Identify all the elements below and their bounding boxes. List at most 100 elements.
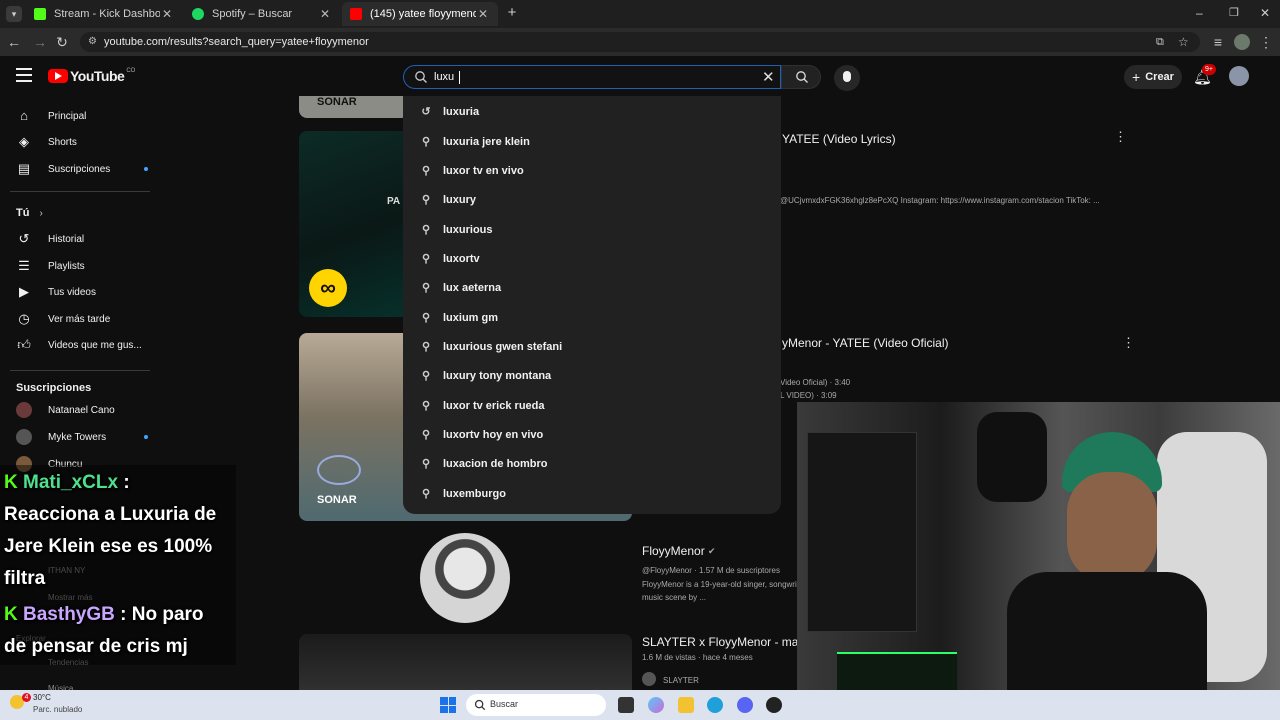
restore-icon[interactable]: ❐ xyxy=(1229,6,1243,19)
reload-icon[interactable]: ↻ xyxy=(54,34,70,50)
video-thumbnail[interactable]: PA ∞ xyxy=(299,131,409,317)
video-thumbnail[interactable] xyxy=(299,634,632,690)
youtube-logo[interactable]: YouTube CO xyxy=(48,68,135,84)
channel-name[interactable]: FloyyMenor xyxy=(642,544,705,558)
close-tab-icon[interactable]: ✕ xyxy=(160,7,174,21)
video-thumbnail[interactable]: SONAR xyxy=(299,96,409,118)
tab-kick-dashboard[interactable]: Stream - Kick Dashboard ✕ xyxy=(26,2,182,26)
site-info-icon[interactable]: ⚙ xyxy=(88,32,97,52)
obs-icon[interactable] xyxy=(766,697,782,713)
sidebar-item-watch-later[interactable]: ◷ Ver más tarde xyxy=(16,306,110,332)
search-icon xyxy=(795,70,809,89)
start-button[interactable] xyxy=(440,697,456,713)
thumbnail-label: SONAR xyxy=(317,96,357,108)
search-button[interactable] xyxy=(781,65,821,89)
channel-avatar[interactable] xyxy=(642,672,656,686)
tab-youtube[interactable]: (145) yatee floyymenor - YouTube ✕ xyxy=(342,2,498,26)
suggestion-text: luxemburgo xyxy=(443,487,506,500)
verified-icon: ✔ xyxy=(708,546,716,556)
sidebar-item-shorts[interactable]: ◈ Shorts xyxy=(16,129,77,155)
suggestion-item[interactable]: ⚲ luxemburgo xyxy=(403,479,781,508)
suggestion-item[interactable]: ⚲ luxury tony montana xyxy=(403,361,781,390)
hamburger-menu-icon[interactable] xyxy=(16,68,32,82)
bookmark-star-icon[interactable]: ☆ xyxy=(1178,32,1189,52)
sidebar-sub-myke-towers[interactable]: Myke Towers xyxy=(16,424,148,450)
address-bar[interactable]: ⚙ youtube.com/results?search_query=yatee… xyxy=(80,32,1200,52)
search-icon xyxy=(474,698,486,716)
search-input[interactable]: luxu ✕ xyxy=(403,65,781,89)
avatar xyxy=(16,429,32,445)
sidebar-sub-natanael-cano[interactable]: Natanael Cano xyxy=(16,397,115,423)
channel-description: FloyyMenor is a 19-year-old singer, song… xyxy=(642,580,797,589)
video-title[interactable]: YATEE (Video Lyrics) xyxy=(782,132,896,146)
install-app-icon[interactable]: ⧉ xyxy=(1156,32,1164,52)
close-window-icon[interactable]: ✕ xyxy=(1260,6,1274,20)
more-actions-icon[interactable]: ⋮ xyxy=(1122,335,1135,351)
search-icon: ⚲ xyxy=(421,488,431,500)
chat-message-text: : No paro xyxy=(120,604,204,625)
back-icon[interactable]: ← xyxy=(6,34,22,50)
account-avatar[interactable] xyxy=(1229,66,1249,86)
video-title[interactable]: SLAYTER x FloyyMenor - mar xyxy=(642,635,802,649)
sidebar-item-your-videos[interactable]: ▶ Tus videos xyxy=(16,279,96,305)
video-title[interactable]: yMenor - YATEE (Video Oficial) xyxy=(782,336,949,350)
suggestion-text: luxor tv en vivo xyxy=(443,164,524,177)
profile-avatar[interactable] xyxy=(1234,34,1250,50)
tab-list-dropdown-icon[interactable]: ▾ xyxy=(6,6,22,22)
close-tab-icon[interactable]: ✕ xyxy=(318,7,332,21)
pc-tower-image xyxy=(807,432,917,632)
suggestion-item[interactable]: ⚲ luxium gm xyxy=(403,303,781,332)
logo-text: YouTube xyxy=(70,68,125,84)
suggestion-item[interactable]: ⚲ luxurious xyxy=(403,215,781,244)
sidebar-item-history[interactable]: ↺ Historial xyxy=(16,226,85,252)
suggestion-item[interactable]: ⚲ luxacion de hombro xyxy=(403,449,781,478)
channel-avatar[interactable] xyxy=(420,533,510,623)
clear-search-icon[interactable]: ✕ xyxy=(762,68,775,86)
sidebar-item-home[interactable]: ⌂ Principal xyxy=(16,103,86,129)
video-channel-name[interactable]: SLAYTER xyxy=(663,676,699,685)
youtube-header: YouTube CO luxu ✕ + Crear 🔔︎ 9+ xyxy=(0,56,1280,96)
copilot-icon[interactable] xyxy=(648,697,664,713)
close-tab-icon[interactable]: ✕ xyxy=(476,7,490,21)
create-button[interactable]: + Crear xyxy=(1124,65,1182,89)
voice-search-button[interactable] xyxy=(834,65,860,91)
suggestion-item[interactable]: ↺ luxuria xyxy=(403,97,781,126)
suggestion-item[interactable]: ⚲ luxortv hoy en vivo xyxy=(403,420,781,449)
youtube-icon xyxy=(350,8,362,20)
sidebar-item-label: Myke Towers xyxy=(48,431,107,443)
suggestion-item[interactable]: ⚲ luxor tv erick rueda xyxy=(403,391,781,420)
file-explorer-icon[interactable] xyxy=(678,697,694,713)
search-icon: ⚲ xyxy=(421,194,431,206)
task-view-icon[interactable] xyxy=(618,697,634,713)
discord-icon[interactable] xyxy=(737,697,753,713)
chat-username: BasthyGB xyxy=(23,604,115,625)
sidebar-item-label: Videos que me gus... xyxy=(48,339,142,351)
forward-icon[interactable]: → xyxy=(32,34,48,50)
suggestion-item[interactable]: ⚲ luxuria jere klein xyxy=(403,127,781,156)
tab-title: Stream - Kick Dashboard xyxy=(54,8,160,20)
search-icon: ⚲ xyxy=(421,370,431,382)
more-actions-icon[interactable]: ⋮ xyxy=(1114,129,1127,145)
search-icon: ⚲ xyxy=(421,224,431,236)
new-tab-button[interactable]: + xyxy=(504,5,520,21)
suggestion-item[interactable]: ⚲ luxortv xyxy=(403,244,781,273)
reading-list-icon[interactable]: ≡ xyxy=(1210,34,1226,50)
sidebar-item-subscriptions[interactable]: ▤ Suscripciones xyxy=(16,156,148,182)
suggestion-text: luxuria jere klein xyxy=(443,135,530,148)
suggestion-item[interactable]: ⚲ lux aeterna xyxy=(403,273,781,302)
sidebar-section-you[interactable]: Tú › xyxy=(16,200,43,226)
sidebar-item-liked-videos[interactable]: 👍︎ Videos que me gus... xyxy=(16,332,142,358)
suggestion-text: luxortv xyxy=(443,252,480,265)
suggestion-item[interactable]: ⚲ luxurious gwen stefani xyxy=(403,332,781,361)
plus-icon: + xyxy=(1132,69,1141,85)
suggestion-item[interactable]: ⚲ luxury xyxy=(403,185,781,214)
weather-widget[interactable]: 4 30°C Parc. nublado xyxy=(10,693,110,717)
sonar-logo-icon xyxy=(317,455,361,485)
minimize-icon[interactable]: – xyxy=(1196,6,1210,20)
more-menu-icon[interactable]: ⋮ xyxy=(1258,34,1274,50)
edge-browser-icon[interactable] xyxy=(707,697,723,713)
tab-spotify[interactable]: Spotify – Buscar ✕ xyxy=(184,2,340,26)
sidebar-item-playlists[interactable]: ☰ Playlists xyxy=(16,253,85,279)
taskbar-search[interactable]: Buscar xyxy=(466,694,606,716)
suggestion-item[interactable]: ⚲ luxor tv en vivo xyxy=(403,156,781,185)
